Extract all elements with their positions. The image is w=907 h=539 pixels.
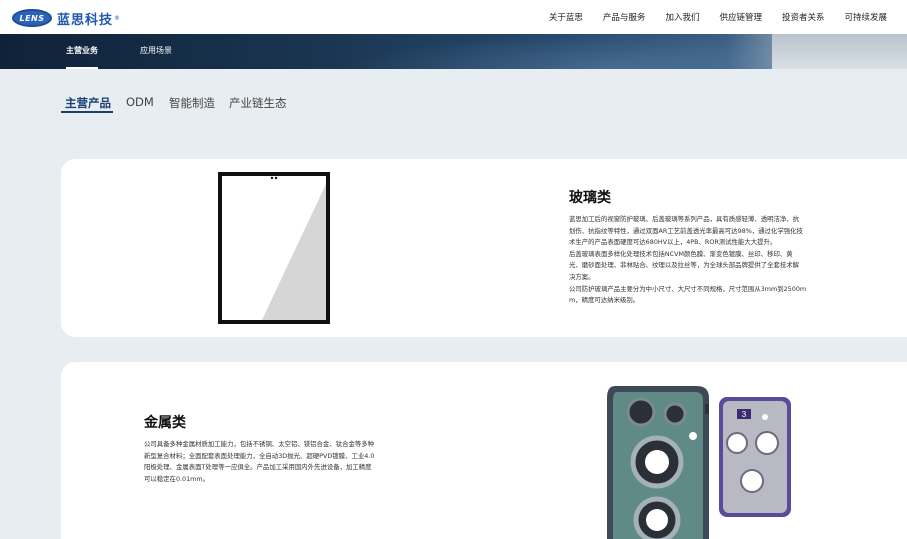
logo-emblem: LENS bbox=[12, 9, 52, 27]
product-title-glass: 玻璃类 bbox=[569, 190, 611, 206]
desc-line: 可以稳定在0.01mm。 bbox=[144, 474, 210, 483]
product-desc-glass: 蓝思加工后的视窗防护玻璃、后盖玻璃等系列产品，具有质感轻薄、透明洁净、抗 划伤、… bbox=[569, 214, 839, 307]
main-menu: 关于蓝思 产品与服务 加入我们 供应链管理 投资者关系 可持续发展 bbox=[529, 0, 887, 34]
banner-glow bbox=[340, 34, 790, 69]
product-desc-metal: 公司具备多种金属材质加工能力，包括不锈钢、太空铝、镁铝合金、钛合金等多种 新型复… bbox=[144, 439, 414, 485]
desc-line: 决方案。 bbox=[569, 272, 595, 281]
glass-reflection-graphic bbox=[262, 176, 326, 320]
nav-item-join-us[interactable]: 加入我们 bbox=[665, 11, 699, 23]
tab-smart-manufacturing[interactable]: 智能制造 bbox=[169, 95, 215, 111]
tab-active-indicator bbox=[61, 111, 113, 113]
logo[interactable]: LENS 蓝思科技 ® bbox=[12, 7, 120, 29]
desc-line: 后盖玻璃表面多样化处理技术包括NCVM颜色膜、渐变色镀膜、丝印、移印、黄 bbox=[569, 249, 793, 258]
desc-line: 公司具备多种金属材质加工能力，包括不锈钢、太空铝、镁铝合金、钛合金等多种 bbox=[144, 440, 375, 448]
subtab-applications[interactable]: 应用场景 bbox=[140, 45, 172, 56]
nav-item-sustainability[interactable]: 可持续发展 bbox=[844, 11, 887, 23]
desc-line: 蓝思加工后的视窗防护玻璃、后盖玻璃等系列产品，具有质感轻薄、透明洁净、抗 bbox=[569, 215, 800, 223]
logo-registered-mark: ® bbox=[114, 14, 121, 22]
nav-item-investor-relations[interactable]: 投资者关系 bbox=[782, 11, 825, 23]
banner-light-section bbox=[772, 34, 907, 69]
subtab-active-indicator bbox=[66, 67, 98, 69]
desc-line: m，精度可达纳米级别。 bbox=[569, 296, 640, 305]
nav-item-products-services[interactable]: 产品与服务 bbox=[603, 11, 646, 23]
glass-panel-image bbox=[218, 172, 330, 324]
metal-camera-frame-small-image: 3 bbox=[719, 397, 791, 517]
desc-line: 阳极处理、金属表面T处理等一应俱全。产品加工采用国内外先进设备，加工精度 bbox=[144, 463, 372, 472]
logo-name: 蓝思科技 bbox=[57, 12, 114, 28]
metal-badge-number: 3 bbox=[742, 410, 747, 419]
logo-emblem-text: LENS bbox=[19, 13, 45, 23]
tab-industry-ecosystem[interactable]: 产业链生态 bbox=[229, 95, 287, 111]
top-navigation: LENS 蓝思科技 ® 关于蓝思 产品与服务 加入我们 供应链管理 投资者关系 … bbox=[0, 0, 907, 34]
hero-banner: 主营业务 应用场景 bbox=[0, 34, 907, 69]
desc-line: 光、磨砂面处理、菲林贴合、纹理以及拉丝等，为全球头部品牌提供了全套技术解 bbox=[569, 261, 800, 270]
nav-item-supply-chain[interactable]: 供应链管理 bbox=[719, 11, 762, 23]
product-card-glass: 玻璃类 蓝思加工后的视窗防护玻璃、后盖玻璃等系列产品，具有质感轻薄、透明洁净、抗… bbox=[61, 159, 907, 337]
desc-line: 公司防护玻璃产品主要分为中小尺寸、大尺寸不同规格，尺寸范围从3mm到2500m bbox=[569, 284, 807, 293]
nav-item-about[interactable]: 关于蓝思 bbox=[549, 11, 583, 23]
desc-line: 新型复合材料；全面配套表面处理能力，全自动3D抛光、超硬PVD镀膜、工业4.0 bbox=[144, 451, 375, 460]
product-card-metal: 金属类 公司具备多种金属材质加工能力，包括不锈钢、太空铝、镁铝合金、钛合金等多种… bbox=[61, 362, 907, 539]
tab-odm[interactable]: ODM bbox=[126, 95, 154, 109]
tab-main-products[interactable]: 主营产品 bbox=[65, 95, 111, 111]
subtab-main-business[interactable]: 主营业务 bbox=[66, 45, 98, 56]
product-title-metal: 金属类 bbox=[144, 415, 186, 431]
desc-line: 划伤、抗指纹等特性，通过双面AR工艺前盖透光率最高可达98%，通过化学强化技 bbox=[569, 226, 803, 235]
metal-camera-frame-large-image bbox=[607, 386, 709, 539]
desc-line: 术生产的产品表面硬度可达680HV以上，4PB、ROR测试性能大大提升。 bbox=[569, 238, 777, 247]
